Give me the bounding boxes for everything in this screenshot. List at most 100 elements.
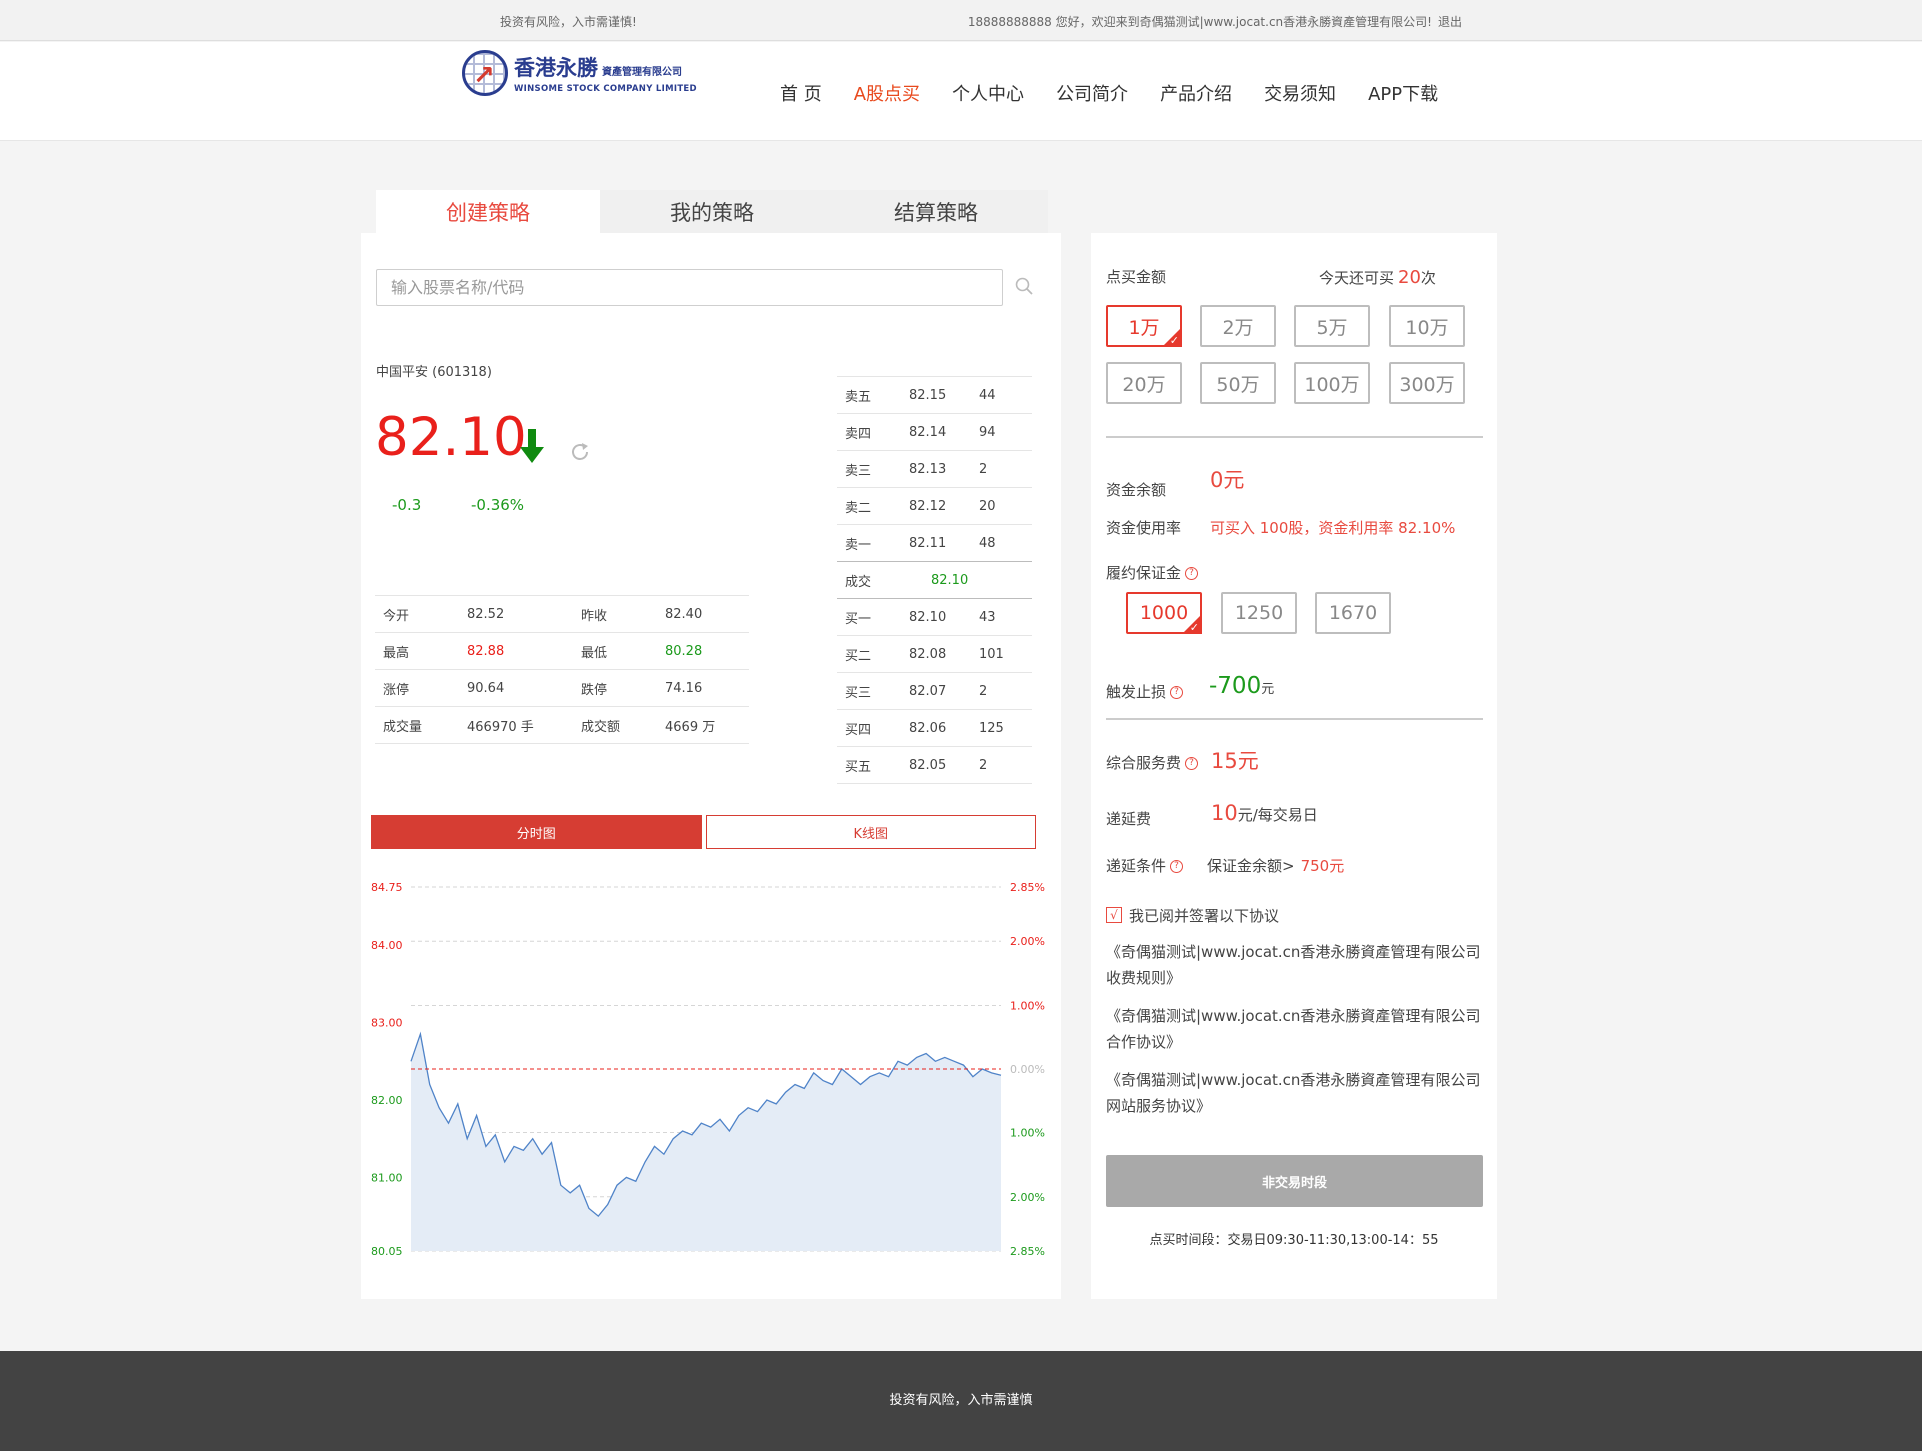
margin-option-1000[interactable]: 1000 xyxy=(1126,592,1202,634)
y-tick-label-right: 1.00% xyxy=(1010,999,1045,1012)
table-row: 成交量 466970 手 成交额 4669 万 xyxy=(375,706,749,744)
stock-price: 82.10 xyxy=(375,407,527,468)
main-nav: 首 页 A股点买 个人中心 公司简介 产品介绍 交易须知 APP下载 xyxy=(780,80,1470,106)
y-tick-label-right: 2.00% xyxy=(1010,935,1045,948)
order-book: 卖五 82.15 44 卖四 82.14 94 卖三 82.13 2 卖二 82.12 20 卖… xyxy=(837,376,1032,784)
top-bar: 投资有风险，入市需谨慎! 18888888888 您好，欢迎来到奇偶猫测试|ww… xyxy=(0,0,1922,41)
book-row: 买四 82.06 125 xyxy=(837,709,1032,747)
nav-trading-notes[interactable]: 交易须知 xyxy=(1264,80,1336,106)
chart-svg: 84.75 84.00 83.00 82.00 81.00 80.05 2.85% 2.00%… xyxy=(371,881,1045,1258)
amount-option-20w[interactable]: 20万 xyxy=(1106,362,1182,404)
refresh-icon[interactable] xyxy=(568,440,592,464)
tab-settled-strategy[interactable]: 结算策略 xyxy=(824,190,1048,234)
divider xyxy=(1106,718,1483,720)
amount-option-10w[interactable]: 10万 xyxy=(1389,305,1465,347)
amount-option-5w[interactable]: 5万 xyxy=(1294,305,1370,347)
globe-icon: ↗ xyxy=(462,50,508,96)
service-fee-label: 综合服务费? xyxy=(1106,752,1199,773)
tab-kline-chart[interactable]: K线图 xyxy=(705,815,1036,849)
nav-product-intro[interactable]: 产品介绍 xyxy=(1160,80,1232,106)
balance-value: 0元 xyxy=(1210,468,1245,492)
chart-tabs: 分时图 K线图 xyxy=(371,815,1036,849)
amount-option-300w[interactable]: 300万 xyxy=(1389,362,1465,404)
y-tick-label-left: 81.00 xyxy=(371,1171,403,1184)
amount-label: 点买金额 xyxy=(1106,268,1167,286)
service-fee-value: 15元 xyxy=(1211,749,1259,773)
y-tick-label-left: 84.00 xyxy=(371,939,403,952)
defer-fee-value: 10元/每交易日 xyxy=(1211,801,1318,825)
help-icon[interactable]: ? xyxy=(1185,567,1199,580)
book-row: 卖二 82.12 20 xyxy=(837,487,1032,525)
tab-intraday-chart[interactable]: 分时图 xyxy=(371,815,702,849)
agreement-link-service[interactable]: 《奇偶猫测试|www.jocat.cn香港永勝資產管理有限公司网站服务协议》 xyxy=(1106,1067,1491,1119)
welcome-area: 18888888888 您好，欢迎来到奇偶猫测试|www.jocat.cn香港永… xyxy=(962,13,1462,30)
book-row: 买三 82.07 2 xyxy=(837,672,1032,710)
submit-button[interactable]: 非交易时段 xyxy=(1106,1155,1483,1207)
stoploss-value: -700元 xyxy=(1209,673,1275,699)
agree-checkbox[interactable]: √ xyxy=(1106,907,1122,923)
margin-label: 履约保证金? xyxy=(1106,562,1199,583)
logout-link[interactable]: 退出 xyxy=(1438,15,1462,29)
amount-option-50w[interactable]: 50万 xyxy=(1200,362,1276,404)
price-change: -0.3 xyxy=(392,496,422,514)
welcome-text: 18888888888 您好，欢迎来到奇偶猫测试|www.jocat.cn香港永… xyxy=(967,15,1432,29)
amount-option-2w[interactable]: 2万 xyxy=(1200,305,1276,347)
agree-text: 我已阅并签署以下协议 xyxy=(1129,907,1280,925)
search-icon[interactable] xyxy=(1015,277,1033,295)
margin-option-1250[interactable]: 1250 xyxy=(1221,592,1297,634)
agreement-link-cooperation[interactable]: 《奇偶猫测试|www.jocat.cn香港永勝資產管理有限公司合作协议》 xyxy=(1106,1003,1491,1055)
y-tick-label-right: 2.85% xyxy=(1010,1245,1045,1258)
tab-create-strategy[interactable]: 创建策略 xyxy=(376,190,600,234)
nav-app-download[interactable]: APP下载 xyxy=(1368,80,1438,106)
y-tick-label-left: 83.00 xyxy=(371,1017,403,1030)
balance-label: 资金余额 xyxy=(1106,481,1167,499)
remaining-buys: 今天还可买 20次 xyxy=(1319,267,1436,288)
logo-name-en: WINSOME STOCK COMPANY LIMITED xyxy=(514,84,697,94)
book-row: 卖一 82.11 48 xyxy=(837,524,1032,562)
margin-option-1670[interactable]: 1670 xyxy=(1315,592,1391,634)
y-tick-label-left: 84.75 xyxy=(371,881,403,894)
tab-my-strategy[interactable]: 我的策略 xyxy=(600,190,824,234)
help-icon[interactable]: ? xyxy=(1170,686,1184,699)
y-tick-label-right: 2.00% xyxy=(1010,1191,1045,1204)
table-row: 最高 82.88 最低 80.28 xyxy=(375,632,749,670)
book-deal-row: 成交 82.10 xyxy=(837,561,1032,599)
quote-table: 今开 82.52 昨收 82.40 最高 82.88 最低 80.28 涨停 9… xyxy=(375,595,749,744)
intraday-chart: 84.75 84.00 83.00 82.00 81.00 80.05 2.85% 2.00%… xyxy=(361,863,1061,1293)
book-row: 买五 82.05 2 xyxy=(837,746,1032,784)
defer-condition-label: 递延条件? xyxy=(1106,855,1184,876)
usage-value: 可买入 100股，资金利用率 82.10% xyxy=(1210,519,1456,537)
nav-home[interactable]: 首 页 xyxy=(780,80,822,106)
nav-company-intro[interactable]: 公司简介 xyxy=(1056,80,1128,106)
stock-search-input[interactable] xyxy=(376,269,1003,306)
table-row: 涨停 90.64 跌停 74.16 xyxy=(375,669,749,707)
footer: 投资有风险，入市需谨慎 xyxy=(0,1351,1922,1451)
table-row: 今开 82.52 昨收 82.40 xyxy=(375,595,749,633)
nav-a-share-buy[interactable]: A股点买 xyxy=(854,80,920,106)
strategy-tabs: 创建策略 我的策略 结算策略 xyxy=(360,190,1060,234)
amount-option-1w[interactable]: 1万 xyxy=(1106,305,1182,347)
trade-time: 点买时间段：交易日09:30-11:30,13:00-14：55 xyxy=(1149,1233,1439,1248)
price-change-pct: -0.36% xyxy=(471,496,525,514)
y-tick-label-left: 80.05 xyxy=(371,1245,403,1258)
order-panel: 点买金额 今天还可买20次 1万 2万 5万 10万 20万 50万 100万 … xyxy=(1091,233,1497,1299)
book-row: 买一 82.10 43 xyxy=(837,598,1032,636)
header: ↗ 香港永勝 資產管理有限公司 WINSOME STOCK COMPANY LIM… xyxy=(0,42,1922,141)
arrow-down-icon xyxy=(520,429,544,463)
stock-panel: 中国平安 (601318) 82.10 -0.3 -0.36% 今开 82.52… xyxy=(361,233,1061,1299)
help-icon[interactable]: ? xyxy=(1170,860,1184,873)
help-icon[interactable]: ? xyxy=(1185,757,1199,770)
defer-fee-label: 递延费 xyxy=(1106,810,1152,828)
defer-condition-value: 保证金余额> 750元 xyxy=(1207,857,1345,875)
y-tick-label-right: 1.00% xyxy=(1010,1127,1045,1140)
book-row: 卖四 82.14 94 xyxy=(837,413,1032,451)
amount-option-100w[interactable]: 100万 xyxy=(1294,362,1370,404)
company-logo[interactable]: ↗ 香港永勝 資產管理有限公司 WINSOME STOCK COMPANY LIM… xyxy=(462,50,702,102)
price-area xyxy=(411,1034,1001,1251)
book-row: 卖五 82.15 44 xyxy=(837,376,1032,414)
nav-personal-center[interactable]: 个人中心 xyxy=(952,80,1024,106)
agreement-link-fee-rules[interactable]: 《奇偶猫测试|www.jocat.cn香港永勝資產管理有限公司收费规则》 xyxy=(1106,939,1491,991)
stoploss-label: 触发止损? xyxy=(1106,681,1184,702)
stock-name: 中国平安 (601318) xyxy=(376,365,492,380)
y-tick-label-right: 0.00% xyxy=(1010,1063,1045,1076)
